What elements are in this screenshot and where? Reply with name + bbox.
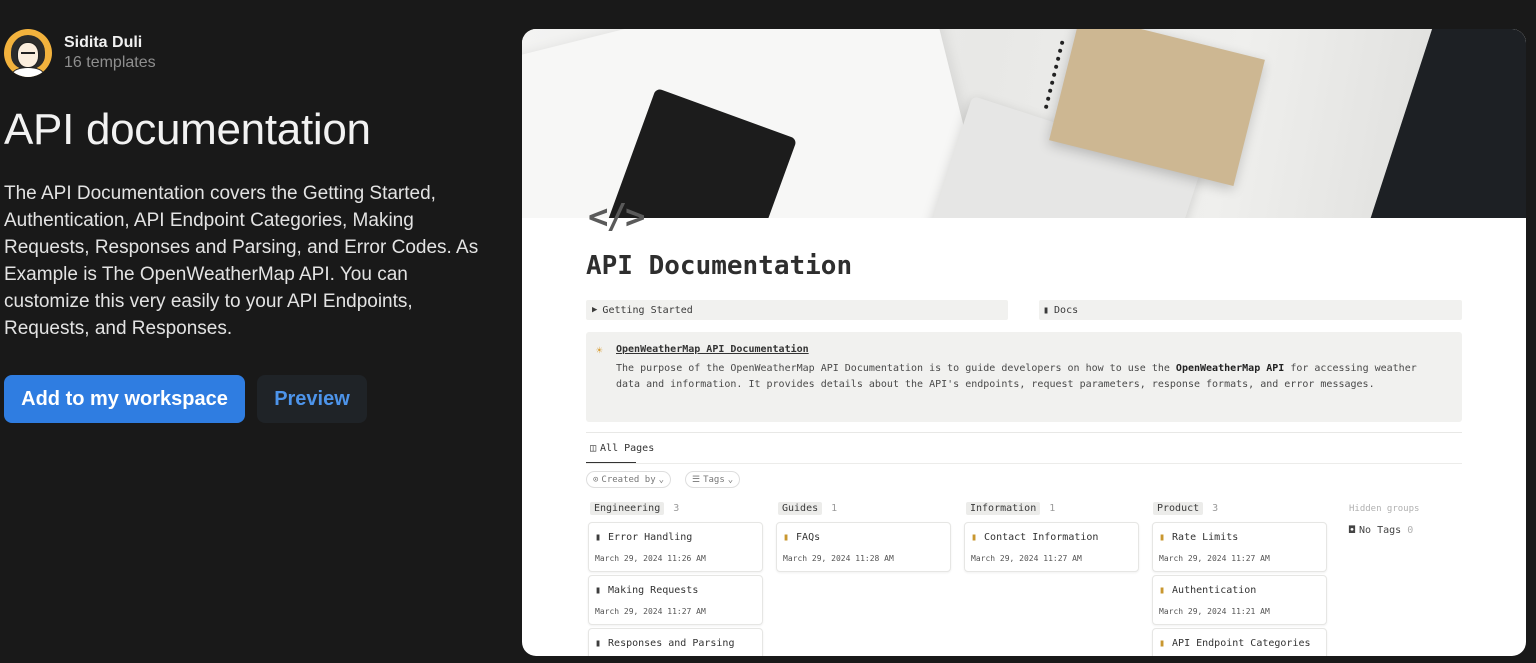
board-card[interactable]: ▮ API Endpoint Categories	[1152, 628, 1327, 656]
page-icon: ▮	[595, 532, 602, 543]
page-icon: ▮	[971, 532, 978, 543]
filter-label: Created by	[601, 474, 656, 485]
triangle-right-icon: ▶	[592, 305, 598, 315]
docs-link[interactable]: ▮ Docs	[1039, 300, 1462, 320]
author-name[interactable]: Sidita Duli	[64, 33, 156, 53]
add-to-workspace-button[interactable]: Add to my workspace	[4, 375, 245, 423]
card-title: FAQs	[796, 532, 821, 543]
cover-image	[522, 29, 1526, 218]
callout-block: ☀ OpenWeatherMap API Documentation The p…	[586, 332, 1462, 422]
page-icon: ▮	[1159, 532, 1166, 543]
filter-label: Tags	[703, 474, 725, 485]
callout-text: The purpose of the OpenWeatherMap API Do…	[616, 363, 1417, 390]
template-title: API documentation	[4, 105, 371, 154]
page-icon: ▮	[783, 532, 790, 543]
group-engineering[interactable]: Engineering 3	[590, 502, 679, 515]
card-title: Rate Limits	[1172, 532, 1239, 543]
card-date: March 29, 2024 11:27 AM	[595, 607, 706, 616]
group-count: 1	[1049, 503, 1056, 514]
hidden-groups-label: Hidden groups	[1349, 504, 1420, 514]
page-icon: ▮	[595, 585, 602, 596]
card-date: March 29, 2024 11:27 AM	[971, 554, 1082, 563]
no-tags-label: No Tags	[1359, 525, 1402, 536]
no-tags-count: 0	[1407, 525, 1414, 536]
avatar[interactable]	[4, 29, 52, 77]
board-card[interactable]: ▮ Contact Information March 29, 2024 11:2…	[964, 522, 1139, 572]
group-guides[interactable]: Guides 1	[778, 502, 837, 515]
group-count: 1	[831, 503, 838, 514]
document-icon: ▮	[1043, 304, 1050, 316]
code-icon: </>	[588, 197, 645, 237]
card-date: March 29, 2024 11:26 AM	[595, 554, 706, 563]
board-card[interactable]: ▮ Responses and Parsing	[588, 628, 763, 656]
chevron-down-icon: ⌄	[658, 474, 665, 485]
sun-cloud-icon: ☀	[596, 344, 603, 357]
card-date: March 29, 2024 11:27 AM	[1159, 554, 1270, 563]
group-count: 3	[1212, 503, 1219, 514]
board-card[interactable]: ▮ Authentication March 29, 2024 11:21 AM	[1152, 575, 1327, 625]
page-icon: ▮	[1159, 585, 1166, 596]
card-title: Authentication	[1172, 585, 1257, 596]
group-information[interactable]: Information 1	[966, 502, 1055, 515]
group-product[interactable]: Product 3	[1153, 502, 1218, 515]
tab-all-pages[interactable]: ◫ All Pages	[590, 443, 654, 454]
card-date: March 29, 2024 11:21 AM	[1159, 607, 1270, 616]
card-title: API Endpoint Categories	[1172, 638, 1311, 649]
template-description: The API Documentation covers the Getting…	[4, 183, 479, 339]
template-preview-card[interactable]: </> API Documentation ▶ Getting Started …	[522, 29, 1526, 656]
group-label: Engineering	[590, 502, 665, 515]
filter-created-by[interactable]: ⊙ Created by ⌄	[586, 471, 672, 488]
group-label: Information	[966, 502, 1041, 515]
card-date: March 29, 2024 11:28 AM	[783, 554, 894, 563]
card-title: Error Handling	[608, 532, 693, 543]
tab-label: All Pages	[600, 443, 655, 454]
board-card[interactable]: ▮ Making Requests March 29, 2024 11:27 AM	[588, 575, 763, 625]
card-title: Responses and Parsing	[608, 638, 735, 649]
card-title: Making Requests	[608, 585, 699, 596]
page-icon: ▮	[1159, 638, 1166, 649]
inbox-icon: ◘	[1349, 525, 1356, 536]
person-icon: ⊙	[593, 474, 599, 485]
list-icon: ☰	[692, 474, 701, 485]
group-label: Guides	[778, 502, 823, 515]
toggle-getting-started[interactable]: ▶ Getting Started	[586, 300, 1008, 320]
board-card[interactable]: ▮ Error Handling March 29, 2024 11:26 AM	[588, 522, 763, 572]
callout-title[interactable]: OpenWeatherMap API Documentation	[616, 344, 809, 355]
template-info-panel: Sidita Duli 16 templates API documentati…	[0, 0, 500, 663]
card-title: Contact Information	[984, 532, 1099, 543]
page-icon: ▮	[595, 638, 602, 649]
docs-label: Docs	[1054, 304, 1079, 316]
author-template-count: 16 templates	[64, 54, 156, 71]
group-count: 3	[673, 503, 680, 514]
filter-tags[interactable]: ☰ Tags ⌄	[685, 471, 741, 488]
board-card[interactable]: ▮ FAQs March 29, 2024 11:28 AM	[776, 522, 951, 572]
board-icon: ◫	[590, 443, 597, 454]
group-label: Product	[1153, 502, 1204, 515]
preview-button[interactable]: Preview	[257, 375, 367, 423]
no-tags-group[interactable]: ◘ No Tags 0	[1349, 525, 1413, 536]
author-block[interactable]: Sidita Duli 16 templates	[4, 29, 156, 77]
chevron-down-icon: ⌄	[727, 474, 734, 485]
page-title: API Documentation	[586, 251, 853, 281]
board-card[interactable]: ▮ Rate Limits March 29, 2024 11:27 AM	[1152, 522, 1327, 572]
toggle-label: Getting Started	[602, 304, 693, 316]
